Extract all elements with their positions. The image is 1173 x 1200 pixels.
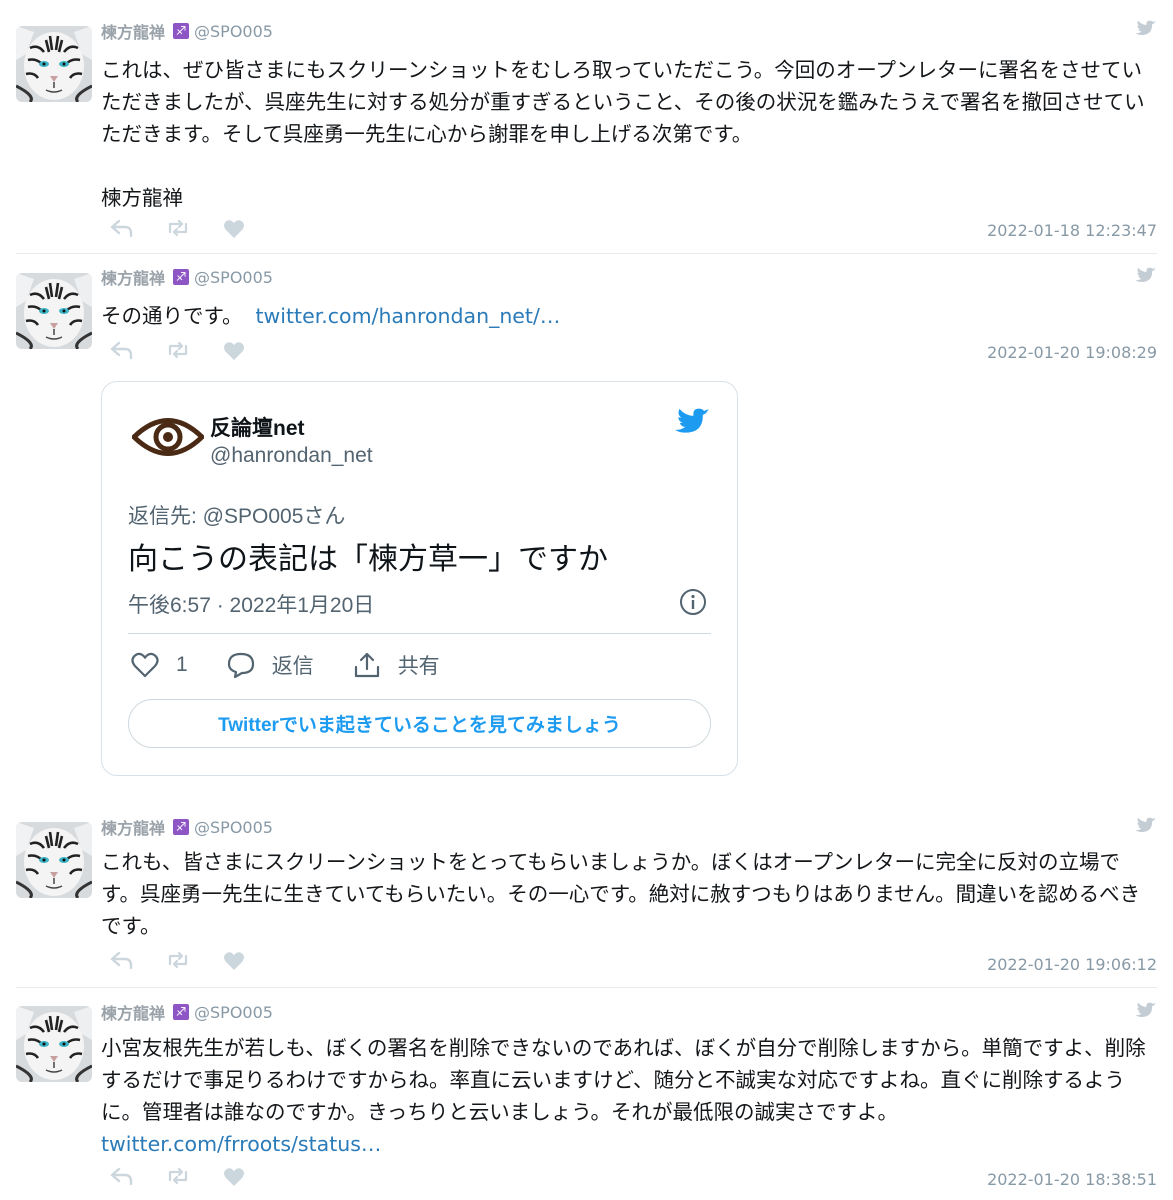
reply-icon[interactable] bbox=[110, 340, 136, 360]
info-icon[interactable] bbox=[679, 588, 707, 616]
tweet-actions bbox=[110, 950, 248, 970]
reply-icon[interactable] bbox=[110, 1166, 136, 1186]
embed-tweet-text: 向こうの表記は「楝方草一」ですか bbox=[128, 543, 608, 576]
embedded-tweet-card[interactable]: 反論壇net @hanrondan_net 返信先: @SPO005さん 向こう… bbox=[101, 381, 738, 776]
author-handle[interactable]: @SPO005 bbox=[194, 818, 273, 837]
retweet-icon[interactable] bbox=[166, 340, 192, 360]
tweet-text: これも、皆さまにスクリーンショットをとってもらいましょうか。ぼくはオープンレター… bbox=[101, 850, 1141, 938]
twitter-bird-icon[interactable] bbox=[1133, 18, 1157, 38]
author-handle[interactable]: @SPO005 bbox=[194, 268, 273, 287]
embed-author-name[interactable]: 反論壇net bbox=[210, 412, 305, 442]
tweet-header: 楝方龍禅 ♐ @SPO005 bbox=[101, 19, 273, 43]
embed-author-handle[interactable]: @hanrondan_net bbox=[210, 444, 373, 468]
sagittarius-icon: ♐ bbox=[173, 819, 190, 835]
sagittarius-icon: ♐ bbox=[173, 1004, 190, 1020]
divider bbox=[16, 253, 1157, 254]
embed-date[interactable]: 午後6:57 · 2022年1月20日 bbox=[128, 589, 374, 619]
retweet-icon[interactable] bbox=[166, 950, 192, 970]
heart-icon bbox=[131, 652, 159, 678]
tweet-header: 楝方龍禅 ♐ @SPO005 bbox=[101, 815, 273, 839]
like-icon[interactable] bbox=[222, 950, 248, 970]
divider bbox=[128, 633, 711, 634]
like-icon[interactable] bbox=[222, 340, 248, 360]
author-name[interactable]: 楝方龍禅 bbox=[101, 1000, 165, 1024]
like-action[interactable]: 1 bbox=[130, 651, 188, 679]
reply-action[interactable]: 返信 bbox=[226, 650, 314, 680]
author-name[interactable]: 楝方龍禅 bbox=[101, 265, 165, 289]
avatar[interactable] bbox=[16, 26, 92, 102]
reply-bubble-icon bbox=[227, 652, 254, 679]
tweet-link[interactable]: twitter.com/hanrondan_net/… bbox=[256, 304, 561, 328]
embed-actions: 1 返信 共有 bbox=[130, 650, 478, 680]
reply-to-label[interactable]: 返信先: @SPO005さん bbox=[128, 500, 345, 530]
author-name[interactable]: 楝方龍禅 bbox=[101, 19, 165, 43]
like-icon[interactable] bbox=[222, 218, 248, 238]
retweet-icon[interactable] bbox=[166, 218, 192, 238]
like-icon[interactable] bbox=[222, 1166, 248, 1186]
tweet-actions bbox=[110, 340, 248, 360]
share-label: 共有 bbox=[397, 655, 440, 678]
tweet-text: その通りです。 twitter.com/hanrondan_net/… bbox=[101, 300, 1151, 332]
twitter-bird-icon[interactable] bbox=[1133, 815, 1157, 835]
see-whats-happening-button[interactable]: Twitterでいま起きていることを見てみましょう bbox=[128, 699, 711, 748]
author-name[interactable]: 楝方龍禅 bbox=[101, 815, 165, 839]
tweet-actions bbox=[110, 1166, 248, 1186]
timestamp[interactable]: 2022-01-20 18:38:51 bbox=[987, 1170, 1157, 1189]
timestamp[interactable]: 2022-01-20 19:06:12 bbox=[987, 955, 1157, 974]
tweet-text: 小宮友根先生が若しも、ぼくの署名を削除できないのであれば、ぼくが自分で削除します… bbox=[101, 1032, 1151, 1160]
tweet-header: 楝方龍禅 ♐ @SPO005 bbox=[101, 1000, 273, 1024]
share-action[interactable]: 共有 bbox=[352, 650, 440, 680]
tweet-body: 小宮友根先生が若しも、ぼくの署名を削除できないのであれば、ぼくが自分で削除します… bbox=[101, 1036, 1146, 1124]
reply-icon[interactable] bbox=[110, 950, 136, 970]
avatar[interactable] bbox=[16, 1006, 92, 1082]
twitter-bird-icon[interactable] bbox=[1133, 265, 1157, 285]
eye-logo-icon[interactable] bbox=[132, 414, 204, 460]
tweet-actions bbox=[110, 218, 248, 238]
author-handle[interactable]: @SPO005 bbox=[194, 22, 273, 41]
reply-label: 返信 bbox=[271, 655, 314, 678]
timestamp[interactable]: 2022-01-20 19:08:29 bbox=[987, 343, 1157, 362]
tweet-link[interactable]: twitter.com/frroots/status… bbox=[101, 1132, 381, 1156]
avatar[interactable] bbox=[16, 822, 92, 898]
tweet-header: 楝方龍禅 ♐ @SPO005 bbox=[101, 265, 273, 289]
reply-icon[interactable] bbox=[110, 218, 136, 238]
share-icon bbox=[354, 652, 379, 678]
timestamp[interactable]: 2022-01-18 12:23:47 bbox=[987, 221, 1157, 240]
avatar[interactable] bbox=[16, 273, 92, 349]
retweet-icon[interactable] bbox=[166, 1166, 192, 1186]
sagittarius-icon: ♐ bbox=[173, 269, 190, 285]
tweet-body: その通りです。 bbox=[101, 304, 243, 328]
sagittarius-icon: ♐ bbox=[173, 23, 190, 39]
twitter-bird-icon[interactable] bbox=[1133, 1000, 1157, 1020]
like-count: 1 bbox=[176, 653, 188, 676]
tweet-text: これは、ぜひ皆さまにもスクリーンショットをむしろ取っていただこう。今回のオープン… bbox=[101, 58, 1145, 210]
twitter-logo-icon[interactable] bbox=[671, 404, 711, 438]
author-handle[interactable]: @SPO005 bbox=[194, 1003, 273, 1022]
divider bbox=[16, 987, 1157, 988]
